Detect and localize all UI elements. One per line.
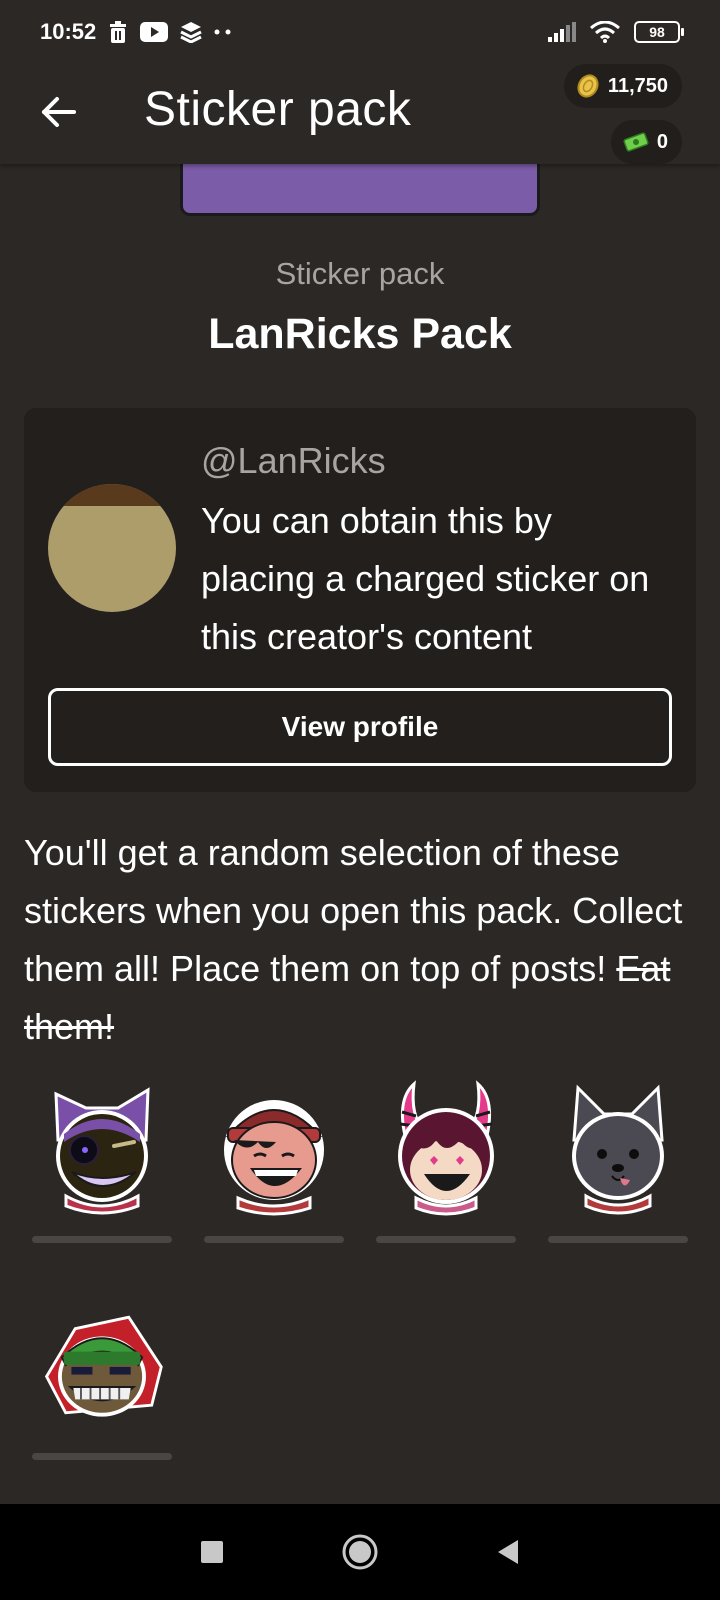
description-text: You'll get a random selection of these s… <box>24 832 683 989</box>
square-icon <box>201 1541 223 1563</box>
pink-horns-sticker <box>381 1080 511 1216</box>
creator-avatar[interactable] <box>48 484 176 612</box>
status-right: 98 <box>548 21 684 43</box>
trash-icon <box>108 21 128 43</box>
home-button[interactable] <box>340 1532 380 1572</box>
more-dots-icon <box>214 29 232 35</box>
status-left: 10:52 <box>40 19 232 45</box>
screen: 10:52 98 Sticker pack 11,750 0 Sticker p… <box>0 0 720 1600</box>
layers-icon <box>180 21 202 43</box>
sticker-grid <box>32 1080 688 1460</box>
coins-count: 11,750 <box>607 74 668 97</box>
back-button[interactable] <box>30 84 86 140</box>
recents-button[interactable] <box>192 1532 232 1572</box>
sticker-item[interactable] <box>548 1080 688 1243</box>
triangle-back-icon <box>498 1540 518 1564</box>
page-title: Sticker pack <box>144 83 412 136</box>
app-bar: Sticker pack 11,750 0 <box>0 64 720 164</box>
cash-icon <box>623 132 649 152</box>
pack-description: You'll get a random selection of these s… <box>24 824 704 1056</box>
youtube-icon <box>140 22 169 42</box>
pack-title: LanRicks Pack <box>208 310 512 358</box>
sticker-progress-bar <box>32 1453 172 1460</box>
circle-icon <box>342 1534 378 1570</box>
battery-icon: 98 <box>634 21 684 43</box>
cash-pill[interactable]: 0 <box>610 120 682 164</box>
sticker-progress-bar <box>376 1236 516 1243</box>
pack-label: Sticker pack <box>275 256 445 291</box>
sticker-item[interactable] <box>32 1297 172 1460</box>
cash-count: 0 <box>656 130 668 153</box>
red-beanie-sticker <box>209 1080 339 1216</box>
view-profile-button[interactable]: View profile <box>48 688 672 766</box>
sticker-progress-bar <box>548 1236 688 1243</box>
signal-icon <box>548 22 576 42</box>
creator-card: @LanRicks You can obtain this by placing… <box>24 408 696 792</box>
status-bar: 10:52 98 <box>0 0 720 64</box>
back-nav-button[interactable] <box>488 1532 528 1572</box>
purple-hood-sticker <box>37 1080 167 1216</box>
sticker-item[interactable] <box>32 1080 172 1243</box>
sticker-progress-bar <box>204 1236 344 1243</box>
sticker-progress-bar <box>32 1236 172 1243</box>
creator-description: You can obtain this by placing a charged… <box>201 500 650 657</box>
coins-pill[interactable]: 11,750 <box>563 64 682 108</box>
status-time: 10:52 <box>40 19 97 44</box>
gray-dog-sticker <box>553 1080 683 1216</box>
green-hat-sticker <box>37 1297 167 1433</box>
wifi-icon <box>590 21 620 43</box>
sticker-item[interactable] <box>376 1080 516 1243</box>
wallet: 11,750 0 <box>563 64 682 164</box>
system-nav-bar <box>0 1504 720 1600</box>
sticker-item[interactable] <box>204 1080 344 1243</box>
coin-icon <box>577 74 599 98</box>
arrow-left-icon <box>42 97 76 127</box>
creator-handle[interactable]: @LanRicks <box>201 440 386 482</box>
